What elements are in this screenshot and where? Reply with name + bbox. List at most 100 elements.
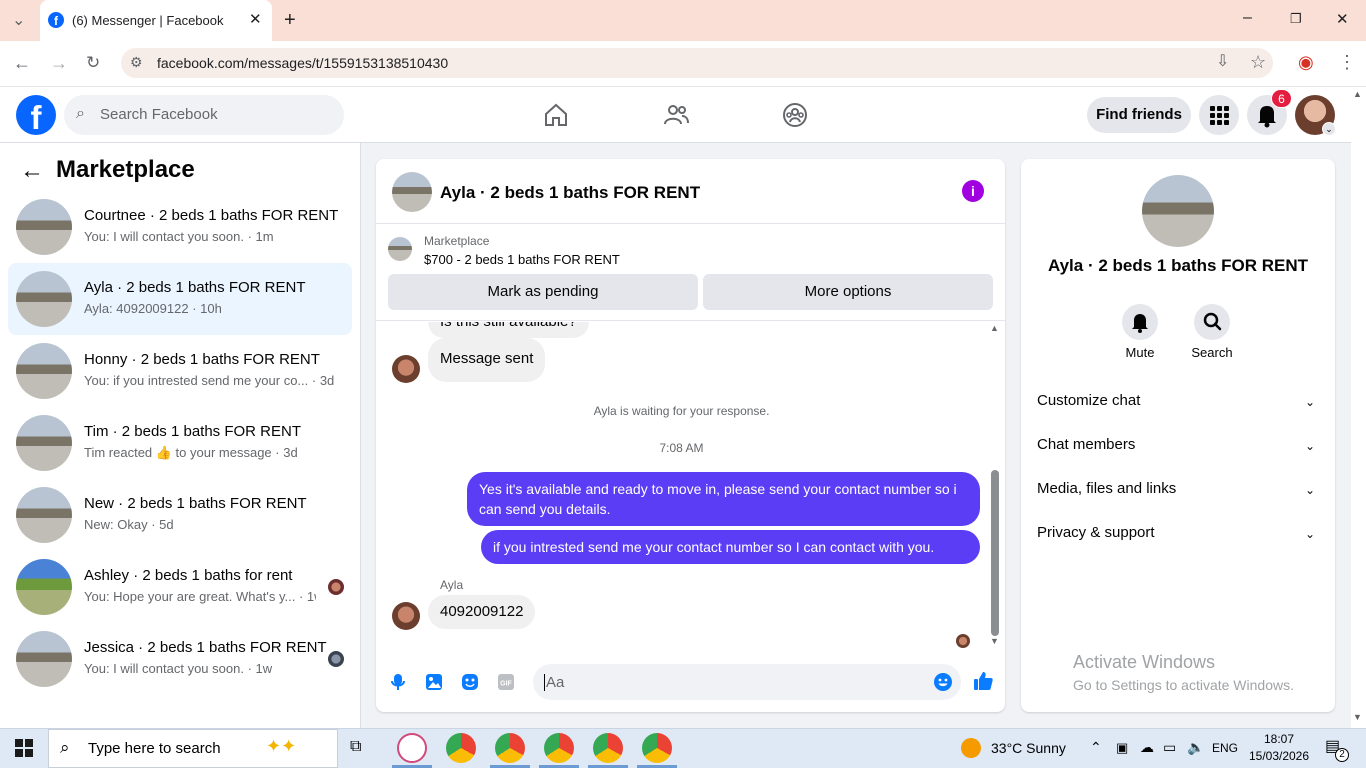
- volume-icon[interactable]: 🔈: [1187, 740, 1204, 754]
- listing-divider: [376, 320, 1005, 321]
- sun-weather-icon[interactable]: [961, 738, 981, 758]
- chevron-down-icon[interactable]: ⌄: [1305, 483, 1315, 497]
- task-view-icon[interactable]: ⧉: [350, 739, 361, 755]
- photo-icon[interactable]: [425, 673, 443, 691]
- url-text[interactable]: facebook.com/messages/t/1559153138510430: [157, 55, 448, 71]
- bell-icon: [1132, 314, 1148, 333]
- privacy-support-row[interactable]: Privacy & support: [1037, 524, 1155, 541]
- waiting-notice: Ayla is waiting for your response.: [593, 404, 770, 418]
- tab-list-chevron-icon[interactable]: ⌄: [12, 13, 25, 29]
- chrome-icon[interactable]: [544, 733, 574, 763]
- like-thumb-icon[interactable]: [972, 670, 994, 692]
- chevron-down-icon[interactable]: ⌄: [1305, 527, 1315, 541]
- tray-chevron-icon[interactable]: ⌃: [1090, 740, 1102, 754]
- media-files-links-row[interactable]: Media, files and links: [1037, 480, 1176, 497]
- svg-text:GIF: GIF: [500, 681, 512, 688]
- menu-button[interactable]: [1199, 95, 1239, 135]
- chat-avatar[interactable]: [392, 172, 432, 212]
- message-input[interactable]: [533, 664, 961, 700]
- facebook-favicon-icon: f: [48, 12, 64, 28]
- conversation-avatar: [16, 487, 72, 543]
- conversation-avatar: [16, 271, 72, 327]
- snipping-tool-icon[interactable]: [397, 733, 427, 763]
- details-avatar[interactable]: [1142, 175, 1214, 247]
- details-name: Ayla · 2 beds 1 baths FOR RENT: [1047, 256, 1309, 275]
- timestamp: 7:08 AM: [659, 441, 704, 455]
- chevron-down-icon[interactable]: ⌄: [1305, 395, 1315, 409]
- minimize-icon[interactable]: –: [1243, 10, 1252, 26]
- forward-icon[interactable]: →: [50, 54, 68, 72]
- mute-label: Mute: [1125, 345, 1155, 360]
- reload-icon[interactable]: ↻: [86, 54, 100, 71]
- notification-count-badge: 6: [1271, 89, 1292, 108]
- emoji-icon[interactable]: [933, 672, 953, 692]
- site-settings-icon[interactable]: ⚙: [130, 55, 143, 69]
- info-icon[interactable]: i: [962, 180, 984, 202]
- sender-avatar[interactable]: [392, 355, 420, 383]
- page-scroll-down-icon[interactable]: ▼: [1353, 713, 1362, 722]
- weather-text[interactable]: 33°C Sunny: [991, 740, 1066, 756]
- more-options-button[interactable]: More options: [703, 274, 993, 310]
- listing-title[interactable]: $700 - 2 beds 1 baths FOR RENT: [424, 252, 620, 267]
- seen-avatar: [328, 651, 344, 667]
- close-window-icon[interactable]: ✕: [1336, 12, 1349, 27]
- microphone-icon[interactable]: [389, 673, 407, 691]
- chrome-menu-icon[interactable]: ⋮: [1338, 53, 1356, 71]
- clock-date[interactable]: 15/03/2026: [1244, 749, 1314, 763]
- mute-button[interactable]: [1122, 304, 1158, 340]
- sender-avatar[interactable]: [392, 602, 420, 630]
- find-friends-button[interactable]: Find friends: [1087, 97, 1191, 133]
- friends-icon[interactable]: [662, 101, 690, 129]
- search-placeholder: Search Facebook: [100, 106, 218, 123]
- grid-menu-icon: [1210, 106, 1229, 125]
- network-icon[interactable]: ☁: [1140, 740, 1154, 754]
- search-icon: [1203, 312, 1222, 331]
- close-tab-icon[interactable]: ✕: [249, 12, 262, 27]
- incoming-message-partial: Is this still available?: [428, 322, 589, 338]
- language-indicator[interactable]: ENG: [1212, 741, 1238, 755]
- install-app-icon[interactable]: ⇩: [1216, 54, 1229, 70]
- search-icon: ⌕: [60, 738, 70, 757]
- chrome-icon[interactable]: [495, 733, 525, 763]
- conversation-preview: New: Okay · 5d: [84, 517, 174, 532]
- home-icon[interactable]: [542, 101, 570, 129]
- scroll-up-icon[interactable]: ▲: [990, 324, 999, 333]
- account-chevron-icon[interactable]: ⌄: [1322, 122, 1336, 136]
- display-icon[interactable]: ▭: [1163, 740, 1176, 754]
- gif-icon[interactable]: GIF: [497, 673, 515, 691]
- incoming-message: 4092009122: [428, 595, 536, 629]
- activate-windows-title: Activate Windows: [1073, 652, 1216, 672]
- back-icon[interactable]: ←: [13, 54, 31, 72]
- scroll-down-icon[interactable]: ▼: [990, 637, 999, 646]
- sticker-icon[interactable]: [461, 673, 479, 691]
- profile-icon[interactable]: ◉: [1298, 53, 1314, 71]
- tray-device-icon[interactable]: ▣: [1116, 741, 1128, 754]
- windows-start-icon[interactable]: [15, 739, 33, 757]
- seen-avatar: [328, 579, 344, 595]
- chrome-icon[interactable]: [642, 733, 672, 763]
- facebook-logo-icon[interactable]: f: [16, 95, 56, 136]
- mark-as-pending-button[interactable]: Mark as pending: [388, 274, 698, 310]
- customize-chat-row[interactable]: Customize chat: [1037, 392, 1140, 409]
- scrollbar-thumb[interactable]: [991, 470, 999, 636]
- new-tab-icon[interactable]: +: [284, 10, 296, 30]
- chevron-down-icon[interactable]: ⌄: [1305, 439, 1315, 453]
- back-arrow-icon[interactable]: ←: [20, 159, 44, 183]
- outgoing-message: Yes it's available and ready to move in,…: [467, 472, 980, 526]
- search-chat-button[interactable]: [1194, 304, 1230, 340]
- activate-windows-subtitle: Go to Settings to activate Windows.: [1073, 677, 1294, 693]
- groups-icon[interactable]: [781, 101, 809, 129]
- restore-icon[interactable]: ❐: [1290, 12, 1302, 25]
- page-scroll-up-icon[interactable]: ▲: [1353, 90, 1362, 99]
- conversation-avatar: [16, 415, 72, 471]
- listing-source: Marketplace: [424, 234, 490, 248]
- chat-members-row[interactable]: Chat members: [1037, 436, 1135, 453]
- message-placeholder: Aa: [544, 674, 565, 691]
- bookmark-star-icon[interactable]: ☆: [1250, 53, 1266, 71]
- chat-title[interactable]: Ayla · 2 beds 1 baths FOR RENT: [440, 183, 700, 203]
- chrome-icon[interactable]: [593, 733, 623, 763]
- page-scrollbar[interactable]: [1351, 87, 1366, 728]
- clock-time[interactable]: 18:07: [1248, 732, 1310, 746]
- listing-thumbnail[interactable]: [388, 237, 412, 261]
- chrome-icon[interactable]: [446, 733, 476, 763]
